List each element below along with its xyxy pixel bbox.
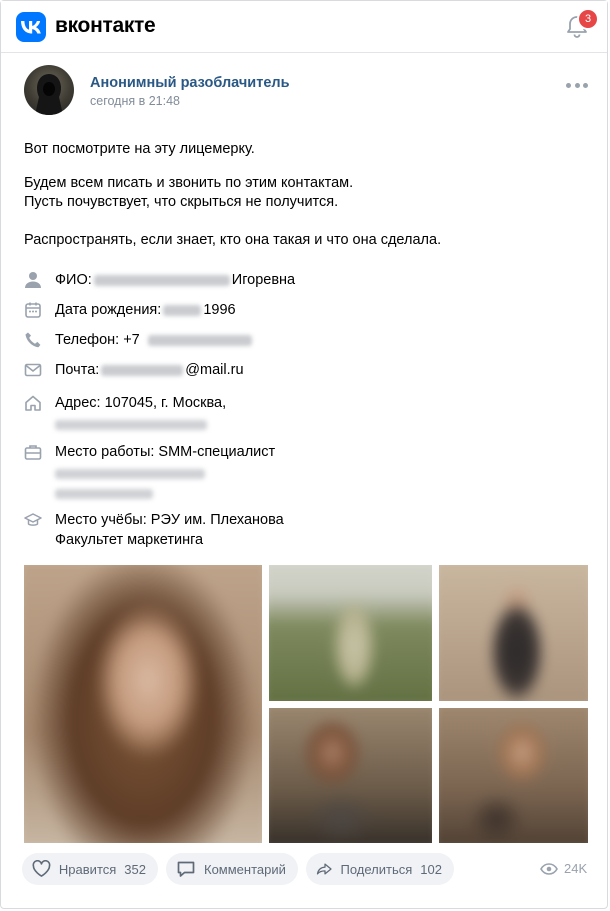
eye-icon [540, 862, 558, 875]
more-options-icon[interactable] [566, 83, 588, 89]
info-row-study: Место учёбы: РЭУ им. Плеханова [24, 510, 284, 530]
fio-label: ФИО: [55, 272, 92, 288]
post-paragraph: Вот посмотрите на эту лицемерку. [24, 141, 255, 157]
work-text: Место работы: SMM-специалист [55, 444, 276, 460]
post-paragraph: Будем всем писать и звонить по этим конт… [24, 175, 354, 191]
user-icon [25, 272, 41, 288]
redacted-date [163, 304, 202, 316]
heart-icon [32, 860, 51, 877]
share-button[interactable]: Поделиться 102 [306, 853, 454, 885]
photo-dark-dress[interactable] [439, 565, 588, 701]
comment-icon [177, 861, 195, 877]
photo-with-cat[interactable] [269, 708, 432, 843]
redacted-email [101, 364, 184, 376]
post-card: Анонимный разоблачитель сегодня в 21:48 … [10, 53, 598, 906]
photo-main[interactable] [24, 565, 262, 843]
study-text: Место учёбы: РЭУ им. Плеханова [55, 512, 284, 528]
redacted-phone [147, 334, 252, 346]
views-counter: 24K [540, 861, 587, 876]
comment-label: Комментарий [204, 861, 286, 877]
fio-patronymic: Игоревна [231, 272, 296, 288]
author-avatar[interactable] [24, 65, 74, 115]
post-paragraph: Пусть почувствует, что скрыться не получ… [24, 194, 339, 210]
views-count: 24K [564, 861, 588, 876]
home-icon [25, 395, 41, 411]
calendar-icon [25, 302, 41, 318]
redacted-street [55, 420, 207, 430]
share-icon [316, 863, 332, 875]
notifications-badge: 3 [577, 8, 599, 30]
share-label: Поделиться [340, 861, 413, 877]
briefcase-icon [24, 445, 42, 460]
graduation-cap-icon [24, 513, 42, 526]
share-count: 102 [420, 861, 442, 877]
post-time[interactable]: сегодня в 21:48 [90, 94, 180, 108]
info-row-fio: ФИО: Игоревна [24, 270, 295, 290]
phone-label: Телефон: +7 [55, 332, 140, 348]
like-count: 352 [124, 861, 146, 877]
redacted-company-name [55, 489, 153, 499]
phone-icon [25, 332, 41, 348]
comment-button[interactable]: Комментарий [166, 853, 298, 885]
mail-label: Почта: [55, 362, 100, 378]
redacted-company [55, 469, 205, 479]
like-label: Нравится [58, 861, 117, 877]
birth-year: 1996 [203, 302, 236, 318]
address-text: Адрес: 107045, г. Москва, [55, 395, 227, 411]
info-row-birth: Дата рождения: 1996 [24, 300, 236, 320]
photo-grass[interactable] [269, 565, 432, 701]
info-row-phone: Телефон: +7 [24, 330, 254, 350]
top-bar: вконтакте 3 [1, 1, 607, 53]
faculty-text: Факультет маркетинга [55, 532, 204, 548]
photo-with-dog[interactable] [439, 708, 588, 843]
info-row-mail: Почта: @mail.ru [24, 360, 244, 380]
post-paragraph: Распространять, если знает, кто она така… [24, 232, 442, 248]
brand-name: вконтакте [55, 14, 156, 37]
author-name[interactable]: Анонимный разоблачитель [90, 75, 290, 91]
mail-domain: @mail.ru [185, 362, 244, 378]
mail-icon [24, 363, 42, 377]
redacted-name [93, 274, 230, 286]
info-row-work: Место работы: SMM-специалист [24, 442, 275, 462]
birth-label: Дата рождения: [55, 302, 162, 318]
vk-logo-icon[interactable] [16, 12, 46, 42]
info-row-address: Адрес: 107045, г. Москва, [24, 393, 226, 413]
like-button[interactable]: Нравится 352 [22, 853, 158, 885]
